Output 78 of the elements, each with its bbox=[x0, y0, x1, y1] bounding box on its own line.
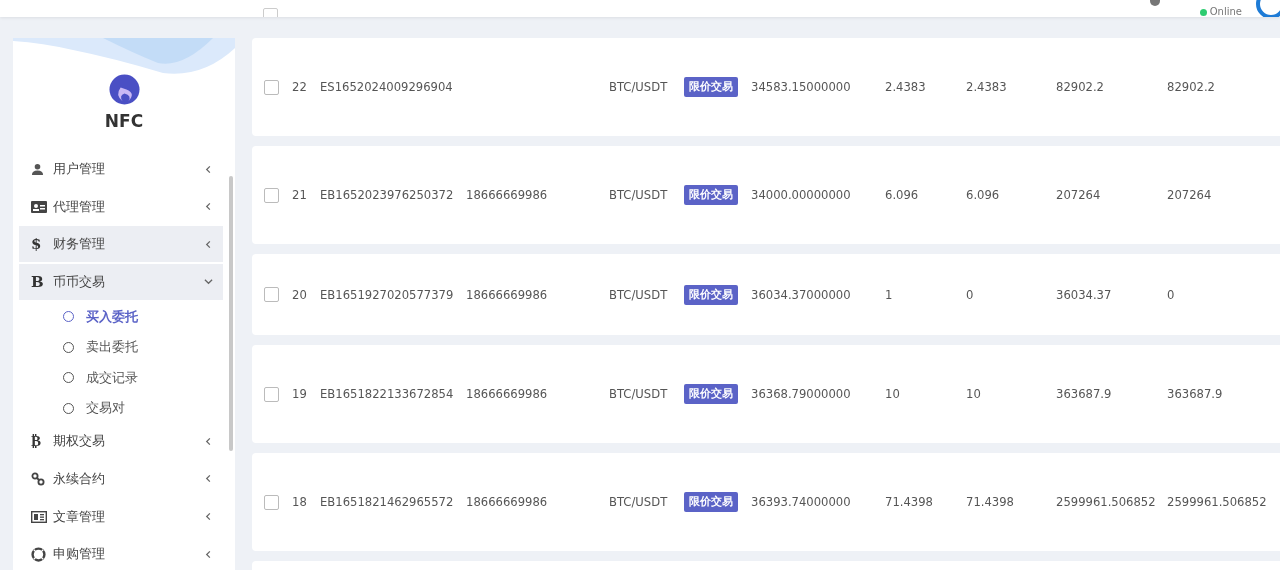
table-cell-text: 36034.37 bbox=[1056, 287, 1113, 302]
table-cell-text: 207264 bbox=[1056, 188, 1102, 202]
table-cell: 363687.9 bbox=[1167, 387, 1223, 401]
table-cell-text: 71.4398 bbox=[966, 495, 1015, 509]
checkbox[interactable] bbox=[264, 187, 279, 203]
table-cell-text: 1 bbox=[885, 287, 894, 302]
lifebuoy-icon bbox=[31, 546, 46, 562]
table-cell-text: BTC/USDT bbox=[609, 188, 669, 202]
table-cell-text: 18 bbox=[292, 495, 308, 509]
table-cell-text: 82902.2 bbox=[1056, 80, 1105, 94]
checkbox[interactable] bbox=[264, 494, 279, 510]
table-cell: 18666669986 bbox=[466, 287, 548, 302]
online-dot-icon bbox=[1199, 8, 1207, 16]
order-type-tag: 限价交易 bbox=[684, 384, 738, 404]
menu-item[interactable]: $ 财务管理 bbox=[19, 226, 223, 263]
table-cell-text: 6.096 bbox=[966, 188, 1001, 202]
table-cell-text: 36368.79000000 bbox=[751, 387, 852, 401]
table-cell-text: EB1651821462965572 bbox=[320, 495, 455, 509]
menu-item[interactable]: 代理管理 bbox=[19, 188, 223, 225]
menu-glyph: $ bbox=[31, 235, 42, 254]
table-cell-text: 34000.00000000 bbox=[751, 188, 852, 202]
user-icon bbox=[31, 162, 44, 176]
menu-item[interactable]: 文章管理 bbox=[19, 498, 223, 535]
submenu-item[interactable]: 买入委托 bbox=[19, 301, 223, 332]
menu-item[interactable]: 用户管理 bbox=[19, 151, 223, 187]
menu-glyph: ₿ bbox=[31, 432, 41, 451]
table-cell-text: 34583.15000000 bbox=[751, 80, 852, 94]
table-cell-text: 363687.9 bbox=[1056, 387, 1113, 401]
order-type-tag: 限价交易 bbox=[684, 492, 738, 512]
table-cell-text: ES1652024009296904 bbox=[320, 80, 454, 94]
table-cell-text: 36034.37000000 bbox=[751, 287, 852, 302]
table-cell-text: 22 bbox=[292, 80, 308, 94]
order-type-tag: 限价交易 bbox=[684, 77, 738, 97]
menu-item[interactable]: B 币币交易 bbox=[19, 263, 223, 300]
table-cell-text: 71.4398 bbox=[885, 495, 934, 509]
table-cell-text: 10 bbox=[966, 387, 982, 401]
table-cell-text: 19 bbox=[292, 387, 308, 401]
table-cell-text: 20 bbox=[292, 287, 308, 302]
table-cell-text: 2.4383 bbox=[885, 80, 927, 94]
table-cell-text: 2599961.506852 bbox=[1056, 495, 1157, 509]
table-cell-text: BTC/USDT bbox=[609, 287, 669, 302]
table-cell-text: 2.4383 bbox=[966, 80, 1008, 94]
order-type-tag: 限价交易 bbox=[684, 284, 738, 305]
brand-name: NFC bbox=[104, 111, 144, 131]
newspaper-icon bbox=[31, 510, 47, 523]
menu-item[interactable]: 申购管理 bbox=[19, 536, 223, 570]
table-cell-text: BTC/USDT bbox=[609, 387, 669, 401]
table-cell-text: BTC/USDT bbox=[609, 80, 669, 94]
menu-item[interactable]: 永续合约 bbox=[19, 460, 223, 497]
table-cell-text: EB1652023976250372 bbox=[320, 188, 455, 202]
table-cell: 0 bbox=[1167, 287, 1175, 302]
table-cell-text: 10 bbox=[885, 387, 901, 401]
table-cell: 18666669986 bbox=[466, 387, 548, 401]
logo-icon bbox=[108, 74, 140, 105]
order-type-tag: 限价交易 bbox=[684, 185, 738, 205]
table-cell: 18666669986 bbox=[466, 188, 548, 202]
table-cell: 18666669986 bbox=[466, 495, 548, 509]
table-cell: 82902.2 bbox=[1167, 80, 1215, 94]
submenu-item[interactable]: 成交记录 bbox=[19, 362, 223, 393]
menu-glyph: B bbox=[31, 272, 44, 291]
table-cell-text: EB1651822133672854 bbox=[320, 387, 455, 401]
id-card-icon bbox=[31, 200, 47, 213]
link-icon bbox=[31, 471, 45, 486]
table-cell: 2599961.506852 bbox=[1167, 495, 1267, 509]
table-cell-text: 6.096 bbox=[885, 188, 920, 202]
table-cell-text: BTC/USDT bbox=[609, 495, 669, 509]
table-cell-text: 21 bbox=[292, 188, 308, 202]
submenu-item[interactable]: 卖出委托 bbox=[19, 331, 223, 363]
table-cell-text: EB1651927020577379 bbox=[320, 287, 455, 302]
online-status: Online bbox=[1209, 7, 1242, 17]
checkbox[interactable] bbox=[264, 79, 279, 95]
table-cell-text: 0 bbox=[966, 287, 975, 302]
checkbox[interactable] bbox=[264, 287, 279, 302]
table-cell-text: 36393.74000000 bbox=[751, 495, 852, 509]
table-cell: 207264 bbox=[1167, 188, 1212, 202]
checkbox[interactable] bbox=[264, 386, 279, 402]
submenu-item[interactable]: 交易对 bbox=[19, 392, 223, 424]
menu-item[interactable]: ₿ 期权交易 bbox=[19, 423, 223, 460]
